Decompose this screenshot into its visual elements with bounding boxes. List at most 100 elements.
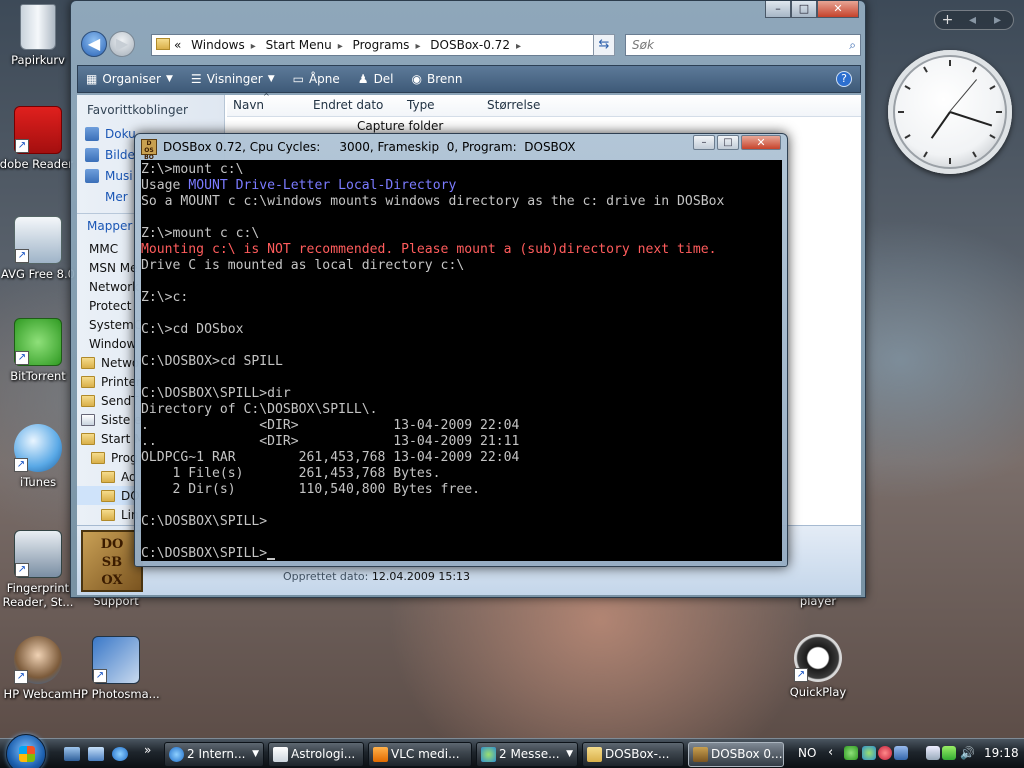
show-hidden-icons-chevron[interactable]: ‹	[828, 745, 833, 760]
share-button[interactable]: ♟ Del	[358, 72, 394, 86]
minimize-button[interactable]: –	[693, 135, 715, 150]
folder-icon	[91, 451, 105, 464]
search-input[interactable]: Søk ⌕	[625, 34, 861, 56]
dosbox-icon	[693, 747, 708, 762]
refresh-button[interactable]: ⇆	[593, 34, 615, 56]
messenger-tray-icon[interactable]	[862, 746, 876, 760]
views-button[interactable]: ☰ Visninger ▼	[191, 72, 275, 86]
webcam-icon: ↗	[14, 636, 62, 684]
desktop-icon-quickplay[interactable]: ↗ QuickPlay	[772, 634, 864, 699]
console-text: C:\DOSBOX>cd SPILL	[141, 354, 283, 369]
open-button[interactable]: ▭ Åpne	[293, 72, 340, 86]
share-label: Del	[373, 72, 394, 86]
close-button[interactable]: ✕	[741, 135, 781, 150]
power-tray-icon[interactable]	[942, 746, 956, 760]
taskbar-button-vlc[interactable]: VLC medi...	[368, 742, 472, 767]
address-bar[interactable]: « Windows ▸ Start Menu ▸ Programs ▸ DOSBox-…	[151, 34, 609, 56]
search-icon[interactable]: ⌕	[849, 35, 856, 55]
taskbar-button-dosbox[interactable]: DOSBox 0...	[688, 742, 784, 767]
desktop-icon-hp-photosmart[interactable]: ↗ HP Photosma...	[70, 636, 162, 701]
search-placeholder: Søk	[632, 38, 654, 52]
bittorrent-tray-icon[interactable]	[844, 746, 858, 760]
file-item-capture-folder[interactable]: Capture folder	[357, 119, 443, 133]
dosbox-console[interactable]: Z:\>mount c:\ Usage MOUNT Drive-Letter Lo…	[141, 160, 782, 561]
column-type[interactable]: Type	[407, 98, 435, 112]
clock-time[interactable]: 19:18	[984, 746, 1019, 760]
gadget-next-button[interactable]: ▸	[985, 11, 1010, 29]
gadget-prev-button[interactable]: ◂	[960, 11, 985, 29]
taskbar-button-messenger[interactable]: 2 Messe... ▼	[476, 742, 578, 767]
open-label: Åpne	[308, 72, 340, 86]
document-icon	[273, 747, 288, 762]
help-button[interactable]: ?	[836, 71, 852, 87]
chevron-right-icon[interactable]: ▸	[516, 41, 521, 52]
chevron-right-icon[interactable]: ▸	[415, 41, 420, 52]
messenger-icon	[481, 747, 496, 762]
avg-tray-icon[interactable]	[894, 746, 908, 760]
notification-area: NO ‹ 🔊 19:18	[790, 739, 1024, 768]
start-button[interactable]	[6, 734, 46, 768]
explorer-command-bar: ▦ Organiser ▼ ☰ Visninger ▼ ▭ Åpne ♟ Del ◉ Bren…	[77, 65, 861, 93]
console-text: Z:\>mount c:\	[141, 162, 244, 177]
console-line: C:\DOSBOX>cd SPILL	[141, 354, 782, 370]
sidebar-gadget-controls: + ◂ ▸	[934, 10, 1014, 30]
dosbox-icon: DOSBOX	[141, 139, 157, 168]
console-line: 2 Dir(s) 110,540,800 Bytes free.	[141, 482, 782, 498]
column-modified[interactable]: Endret dato	[313, 98, 383, 112]
console-text: .. <DIR> 13-04-2009 21:11	[141, 434, 520, 449]
itunes-tray-icon[interactable]	[878, 746, 892, 760]
console-line: C:\DOSBOX\SPILL>	[141, 546, 782, 561]
console-text: Z:\>c:	[141, 290, 189, 305]
breadcrumb-start-menu[interactable]: Start Menu	[266, 38, 332, 52]
favorites-header: Favorittkoblinger	[87, 103, 188, 117]
chevron-right-icon[interactable]: ▸	[251, 41, 256, 52]
minimize-button[interactable]: –	[765, 1, 791, 18]
close-button[interactable]: ✕	[817, 1, 859, 18]
taskbar-button-label: Astrologi...	[291, 747, 356, 761]
taskbar-button-astrologi[interactable]: Astrologi...	[268, 742, 364, 767]
console-line: So a MOUNT c c:\windows mounts windows d…	[141, 194, 782, 210]
tree-label: MMC	[89, 241, 119, 256]
add-gadget-button[interactable]: +	[935, 11, 960, 29]
switch-windows-icon[interactable]	[88, 747, 104, 761]
organize-button[interactable]: ▦ Organiser ▼	[86, 72, 173, 86]
quick-launch-more[interactable]: »	[144, 743, 151, 757]
console-text: Usage	[141, 178, 189, 193]
maximize-button[interactable]: □	[717, 135, 739, 150]
favorite-label: Musi	[105, 168, 133, 183]
network-tray-icon[interactable]	[926, 746, 940, 760]
column-size[interactable]: Størrelse	[487, 98, 540, 112]
taskbar-button-dosbox-folder[interactable]: DOSBox-...	[582, 742, 684, 767]
forward-button[interactable]: ▶	[109, 31, 135, 57]
burn-button[interactable]: ◉ Brenn	[412, 72, 463, 86]
column-name[interactable]: Navn	[233, 98, 264, 112]
show-desktop-icon[interactable]	[64, 747, 80, 761]
dosbox-window[interactable]: DOSBOX DOSBox 0.72, Cpu Cycles: 3000, Fr…	[134, 133, 788, 567]
desktop-icon-label: QuickPlay	[789, 685, 847, 699]
breadcrumb-dosbox[interactable]: DOSBox-0.72	[430, 38, 510, 52]
details-label: Opprettet dato:	[283, 570, 369, 583]
console-text: Directory of C:\DOSBOX\SPILL\.	[141, 402, 378, 417]
breadcrumb-windows[interactable]: Windows	[191, 38, 245, 52]
back-button[interactable]: ◀	[81, 31, 107, 57]
photosmart-icon: ↗	[92, 636, 140, 684]
internet-explorer-icon[interactable]	[112, 747, 128, 761]
chevron-right-icon[interactable]: ▸	[338, 41, 343, 52]
volume-icon[interactable]: 🔊	[960, 746, 975, 760]
breadcrumb-programs[interactable]: Programs	[353, 38, 410, 52]
console-line: 1 File(s) 261,453,768 Bytes.	[141, 466, 782, 482]
share-icon: ♟	[357, 72, 369, 86]
taskbar: » 2 Intern... ▼ Astrologi... VLC medi... …	[0, 734, 1024, 768]
breadcrumb-overflow[interactable]: «	[174, 38, 181, 52]
organize-label: Organiser	[102, 72, 161, 86]
folder-icon	[81, 413, 95, 426]
burn-label: Brenn	[427, 72, 463, 86]
taskbar-button-internet-explorer[interactable]: 2 Intern... ▼	[164, 742, 264, 767]
pictures-icon	[85, 147, 99, 162]
language-indicator[interactable]: NO	[798, 746, 816, 760]
maximize-button[interactable]: □	[791, 1, 817, 18]
chevron-down-icon: ▼	[267, 74, 275, 84]
window-title: DOSBox 0.72, Cpu Cycles: 3000, Frameskip…	[163, 140, 576, 154]
clock-gadget[interactable]	[888, 50, 1012, 174]
